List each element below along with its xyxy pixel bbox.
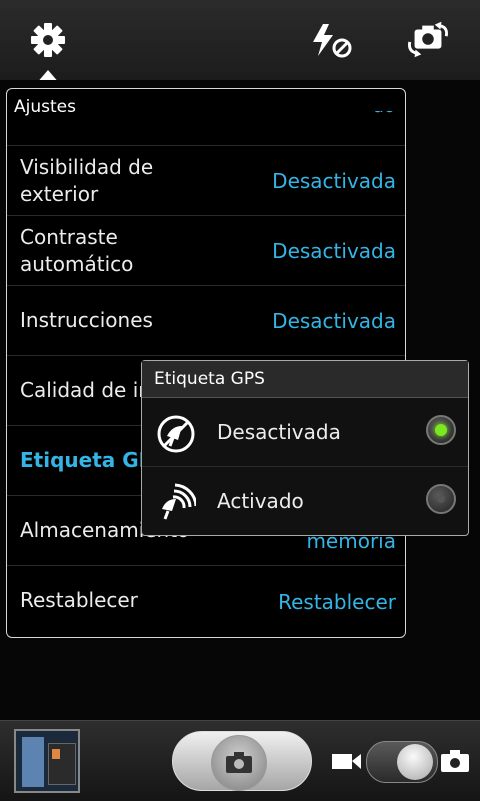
option-label: Activado — [217, 489, 304, 513]
top-toolbar — [0, 0, 480, 84]
setting-reset[interactable]: Restablecer Restablecer — [7, 565, 405, 635]
setting-value: Restablecer — [278, 590, 396, 614]
radio-button-selected[interactable] — [426, 415, 456, 445]
setting-outdoor-visibility[interactable]: Visibilidad de exterior Desactivada — [7, 145, 405, 215]
option-label: Desactivada — [217, 420, 341, 444]
setting-value: Desactivada — [272, 168, 396, 193]
switch-camera-icon[interactable] — [404, 18, 452, 62]
gear-icon[interactable] — [24, 18, 72, 62]
setting-value: Desactivada — [272, 238, 396, 263]
gallery-thumbnail[interactable] — [14, 729, 80, 793]
scrolled-value: do — [373, 111, 395, 121]
settings-title: Ajustes — [14, 97, 76, 117]
setting-value: Desactivada — [272, 308, 396, 333]
camera-icon — [211, 735, 267, 791]
gps-off-icon — [156, 414, 196, 454]
setting-label: Contraste automático — [20, 224, 134, 276]
flash-off-icon[interactable] — [308, 18, 356, 62]
setting-label: Calidad de in — [20, 378, 151, 402]
setting-label: Visibilidad de exterior — [20, 154, 154, 206]
gps-on-icon — [156, 483, 198, 523]
setting-auto-contrast[interactable]: Contraste automático Desactivada — [7, 215, 405, 285]
gps-tag-dialog: Etiqueta GPS Desactivada Activado — [141, 360, 469, 536]
mode-toggle[interactable] — [366, 741, 438, 783]
radio-button[interactable] — [426, 484, 456, 514]
setting-instructions[interactable]: Instrucciones Desactivada — [7, 285, 405, 355]
shutter-button[interactable] — [172, 731, 312, 791]
setting-label: Restablecer — [20, 588, 138, 612]
gps-option-on[interactable]: Activado — [142, 467, 468, 535]
gps-option-off[interactable]: Desactivada — [142, 398, 468, 467]
camera-video-toggle[interactable] — [332, 739, 472, 783]
camera-icon — [441, 750, 469, 772]
video-icon — [332, 754, 361, 769]
setting-label: Instrucciones — [20, 308, 153, 332]
dialog-title: Etiqueta GPS — [142, 361, 468, 398]
bottom-toolbar — [0, 720, 480, 801]
